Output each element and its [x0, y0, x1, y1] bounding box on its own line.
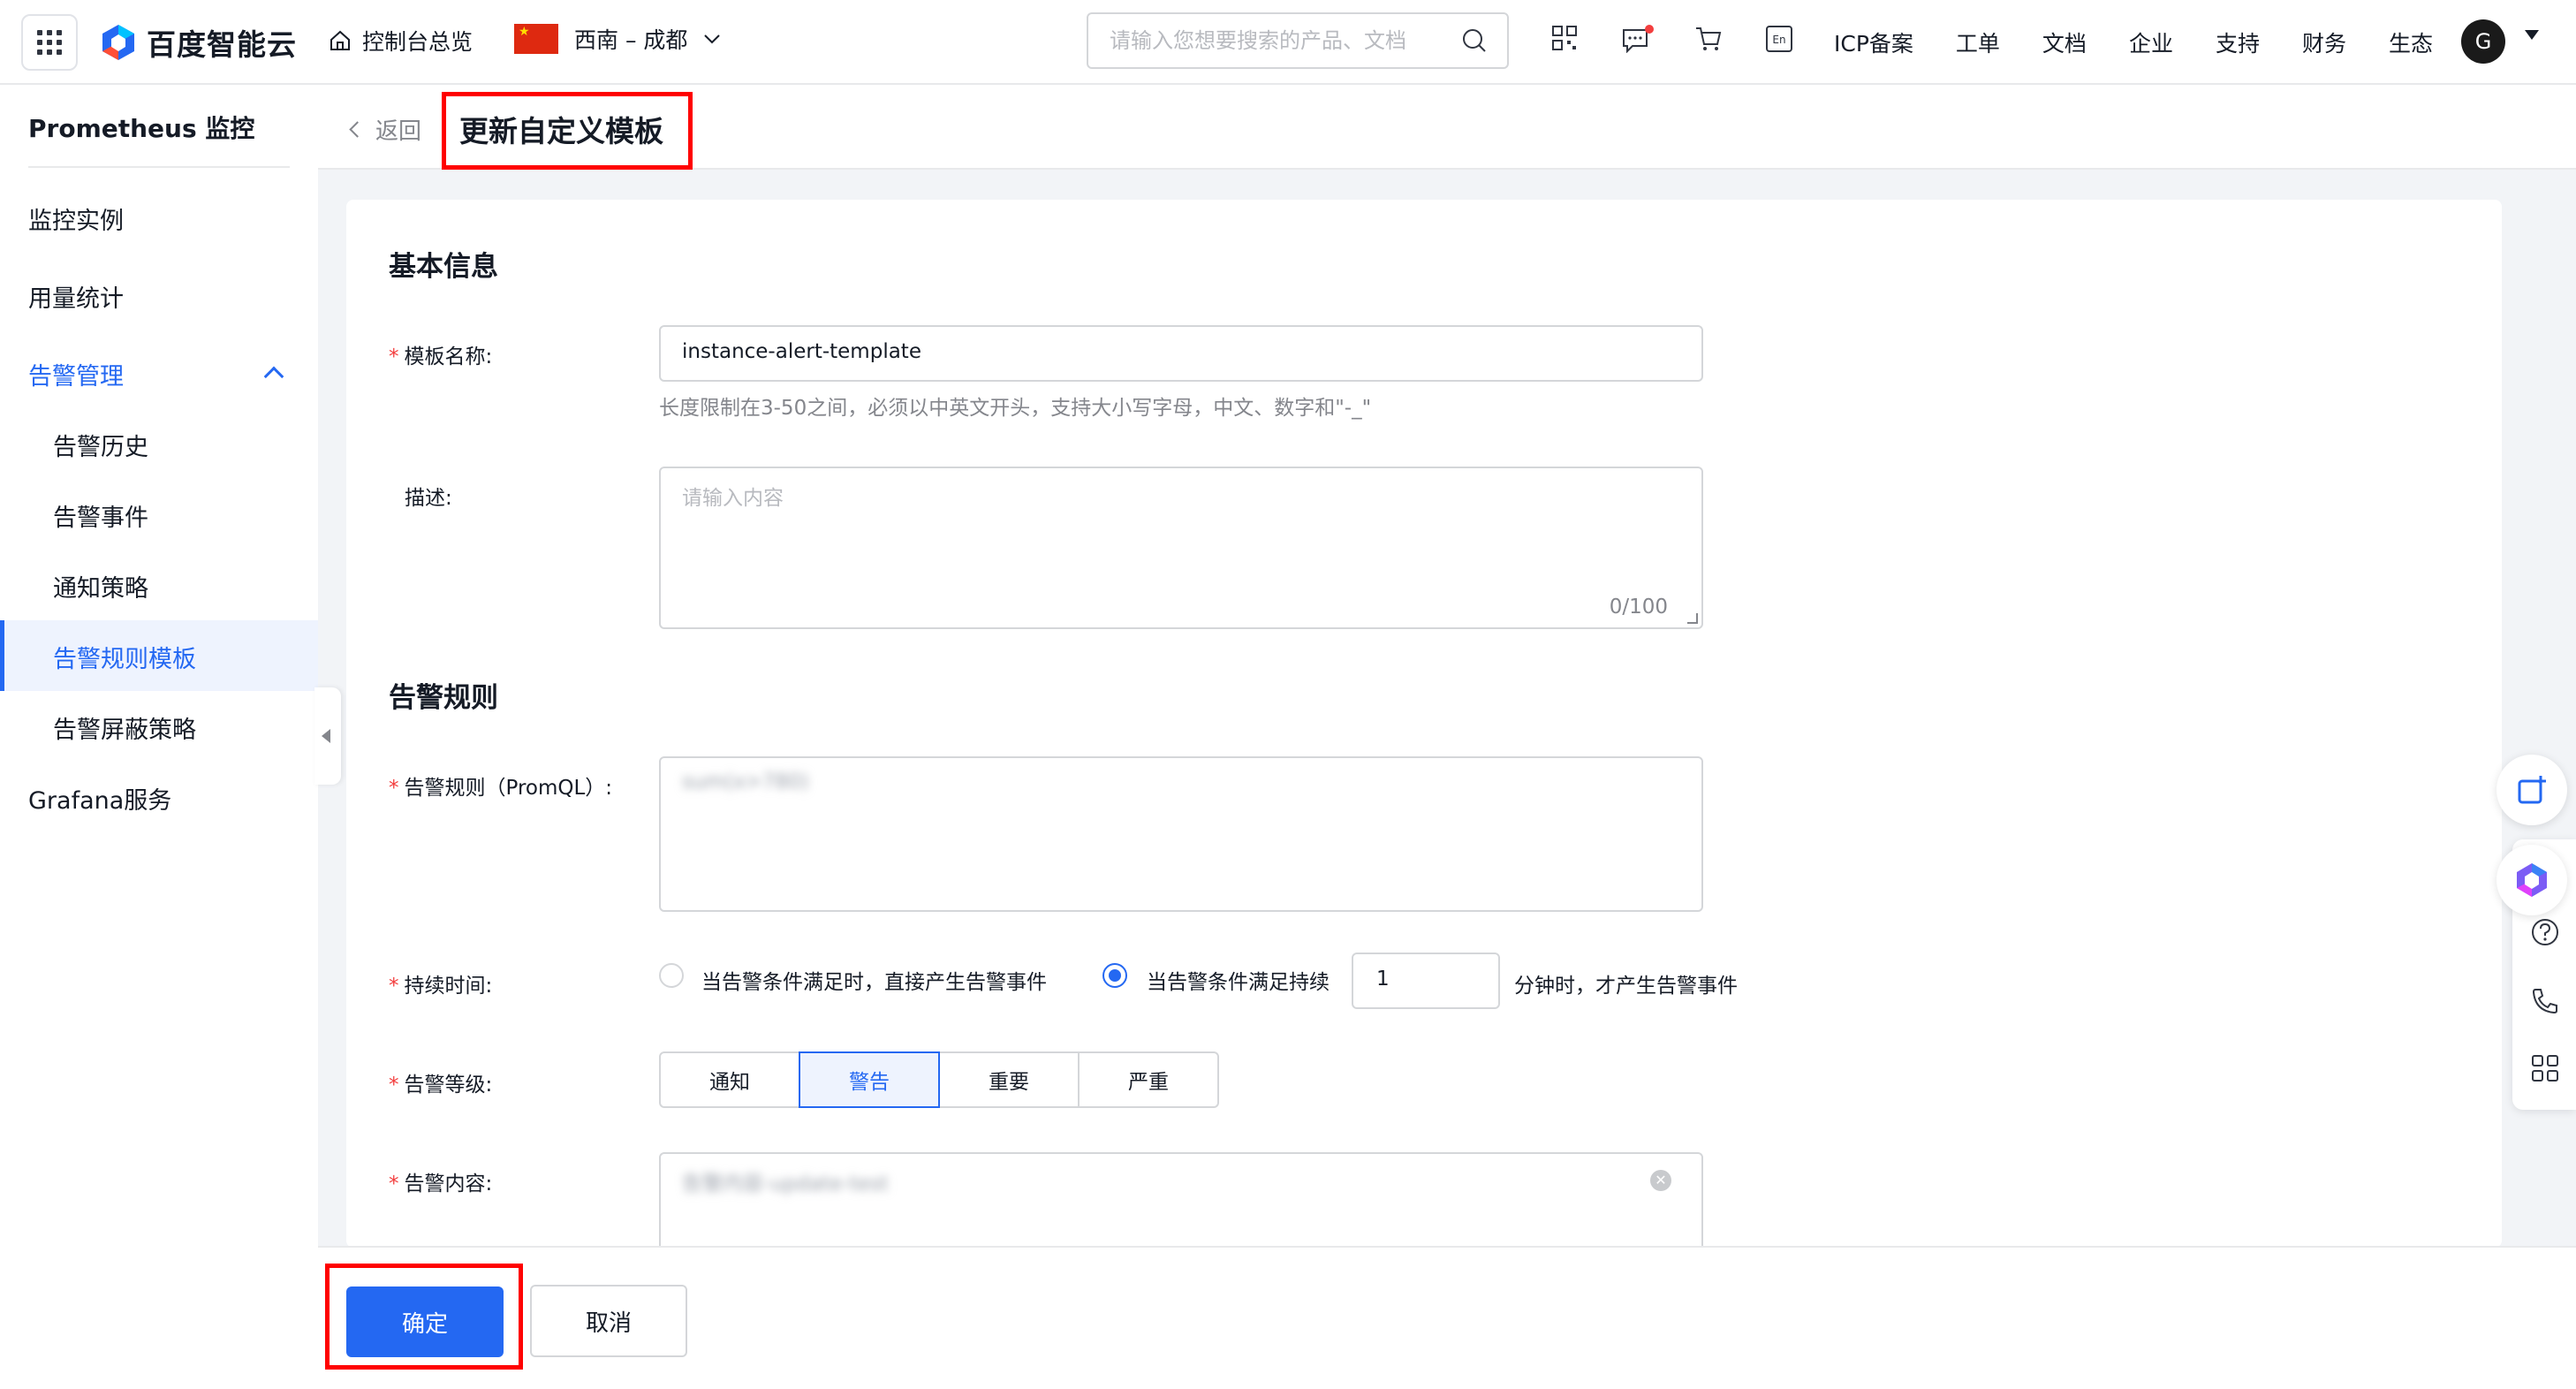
china-flag-icon: [514, 24, 558, 54]
link-ticket[interactable]: 工单: [1956, 27, 2000, 58]
sidebar-item-alert-management[interactable]: 告警管理: [28, 357, 124, 391]
language-badge: En: [1772, 34, 1785, 46]
level-critical-button[interactable]: 严重: [1078, 1051, 1219, 1108]
level-important-button[interactable]: 重要: [938, 1051, 1080, 1108]
chevron-down-icon: [704, 34, 721, 44]
duration-label: * 持续时间:: [389, 975, 493, 998]
link-support[interactable]: 支持: [2216, 27, 2260, 58]
resize-handle-icon[interactable]: [1687, 613, 1698, 624]
top-links: ICP备案 工单 文档 企业 支持 财务 生态: [1834, 27, 2475, 58]
section-alert-rules: 告警规则: [389, 682, 498, 714]
alert-content-value: 告警内容-update-test: [682, 1173, 889, 1195]
duration-option-immediate[interactable]: 当告警条件满足时，直接产生告警事件: [701, 965, 1047, 995]
grid-icon: [37, 30, 62, 55]
section-basic-info: 基本信息: [389, 251, 498, 283]
back-label: 返回: [375, 118, 422, 145]
sidebar-item-instances[interactable]: 监控实例: [28, 201, 124, 236]
assistant-float-button[interactable]: [2496, 845, 2567, 915]
form-card: 基本信息 * 模板名称: instance-alert-template 长度限制…: [346, 200, 2502, 1248]
feedback-float-button[interactable]: [2496, 755, 2567, 825]
app-grid-button[interactable]: [21, 14, 78, 71]
level-warning-button[interactable]: 警告: [799, 1051, 940, 1108]
language-icon[interactable]: En: [1765, 25, 1793, 53]
apps-icon[interactable]: [2530, 1053, 2560, 1083]
page-title: 更新自定义模板: [459, 114, 663, 148]
duration-suffix: 分钟时，才产生告警事件: [1514, 975, 1738, 998]
logo-text: 百度智能云: [147, 27, 297, 62]
template-name-value: instance-alert-template: [682, 340, 921, 363]
sidebar-divider: [28, 166, 290, 168]
console-home-label: 控制台总览: [362, 29, 474, 55]
level-notice-button[interactable]: 通知: [659, 1051, 800, 1108]
duration-radio-sustained[interactable]: [1102, 963, 1127, 988]
link-ecosystem[interactable]: 生态: [2389, 27, 2433, 58]
qrcode-icon[interactable]: [1551, 25, 1578, 51]
sidebar-item-alert-events[interactable]: 告警事件: [53, 498, 148, 533]
sidebar-collapse-handle[interactable]: [314, 687, 341, 785]
confirm-button[interactable]: 确定: [346, 1287, 504, 1357]
link-finance[interactable]: 财务: [2302, 27, 2346, 58]
sidebar-item-rule-templates[interactable]: 告警规则模板: [53, 640, 196, 674]
sidebar-item-alert-history[interactable]: 告警历史: [53, 428, 148, 462]
search-input[interactable]: [1110, 28, 1454, 53]
global-search[interactable]: [1087, 12, 1509, 69]
region-label: 西南 – 成都: [574, 27, 688, 53]
alert-content-label: * 告警内容:: [389, 1173, 493, 1195]
form-footer: 确定 取消: [318, 1246, 2576, 1389]
template-name-input[interactable]: instance-alert-template: [659, 325, 1703, 382]
add-note-icon: [2518, 776, 2546, 804]
top-bar: 百度智能云 控制台总览 西南 – 成都 En ICP备案 工单 文档 企业 支持…: [0, 0, 2576, 85]
sidebar-title: Prometheus 监控: [28, 114, 255, 143]
promql-label: * 告警规则（PromQL）:: [389, 777, 613, 800]
sidebar-item-mute-policy[interactable]: 告警屏蔽策略: [53, 710, 196, 745]
sidebar-item-usage[interactable]: 用量统计: [28, 279, 124, 314]
description-placeholder: 请输入内容: [682, 487, 784, 510]
description-label: 描述:: [405, 487, 452, 510]
region-selector[interactable]: 西南 – 成都: [514, 23, 721, 55]
help-icon[interactable]: [2530, 917, 2560, 947]
duration-minutes-input[interactable]: 1: [1352, 953, 1500, 1009]
duration-minutes-value: 1: [1376, 968, 1390, 991]
back-link[interactable]: 返回: [349, 113, 422, 146]
cancel-button[interactable]: 取消: [530, 1285, 687, 1357]
link-icp[interactable]: ICP备案: [1834, 27, 1913, 58]
caret-down-icon[interactable]: [2525, 30, 2539, 40]
sidebar-item-notify-policy[interactable]: 通知策略: [53, 569, 148, 603]
avatar[interactable]: G: [2461, 19, 2505, 64]
link-enterprise[interactable]: 企业: [2129, 27, 2173, 58]
logo[interactable]: 百度智能云: [99, 19, 297, 65]
promql-value: sum(x>780): [682, 770, 809, 793]
console-home-link[interactable]: 控制台总览: [329, 25, 473, 57]
template-name-hint: 长度限制在3-50之间，必须以中英文开头，支持大小写字母，中文、数字和"-_": [659, 397, 1372, 420]
phone-icon[interactable]: [2530, 986, 2560, 1016]
page-header: 返回 更新自定义模板: [318, 85, 2576, 170]
alert-level-label: * 告警等级:: [389, 1074, 493, 1097]
chevron-left-icon: [349, 121, 366, 138]
template-name-label: * 模板名称:: [389, 345, 493, 368]
clear-icon[interactable]: ✕: [1650, 1170, 1671, 1191]
message-icon[interactable]: [1622, 25, 1654, 53]
ai-assistant-icon: [2517, 863, 2547, 897]
description-counter: 0/100: [1609, 596, 1668, 619]
chevron-up-icon[interactable]: [263, 366, 284, 387]
duration-option-sustained[interactable]: 当告警条件满足持续: [1147, 965, 1330, 995]
sidebar: Prometheus 监控 监控实例 用量统计 告警管理 告警历史 告警事件 通…: [0, 85, 318, 1389]
sidebar-item-grafana[interactable]: Grafana服务: [28, 781, 171, 816]
promql-textarea[interactable]: sum(x>780): [659, 756, 1703, 912]
duration-radio-immediate[interactable]: [659, 963, 684, 988]
baidu-cloud-logo-icon: [102, 25, 134, 60]
alert-level-group: 通知 警告 重要 严重: [659, 1051, 1219, 1108]
home-icon: [330, 30, 350, 50]
cart-icon[interactable]: [1694, 25, 1723, 53]
description-textarea[interactable]: 请输入内容 0/100: [659, 467, 1703, 629]
search-icon[interactable]: [1461, 27, 1488, 54]
link-docs[interactable]: 文档: [2042, 27, 2087, 58]
alert-content-textarea[interactable]: 告警内容-update-test ✕: [659, 1152, 1703, 1248]
